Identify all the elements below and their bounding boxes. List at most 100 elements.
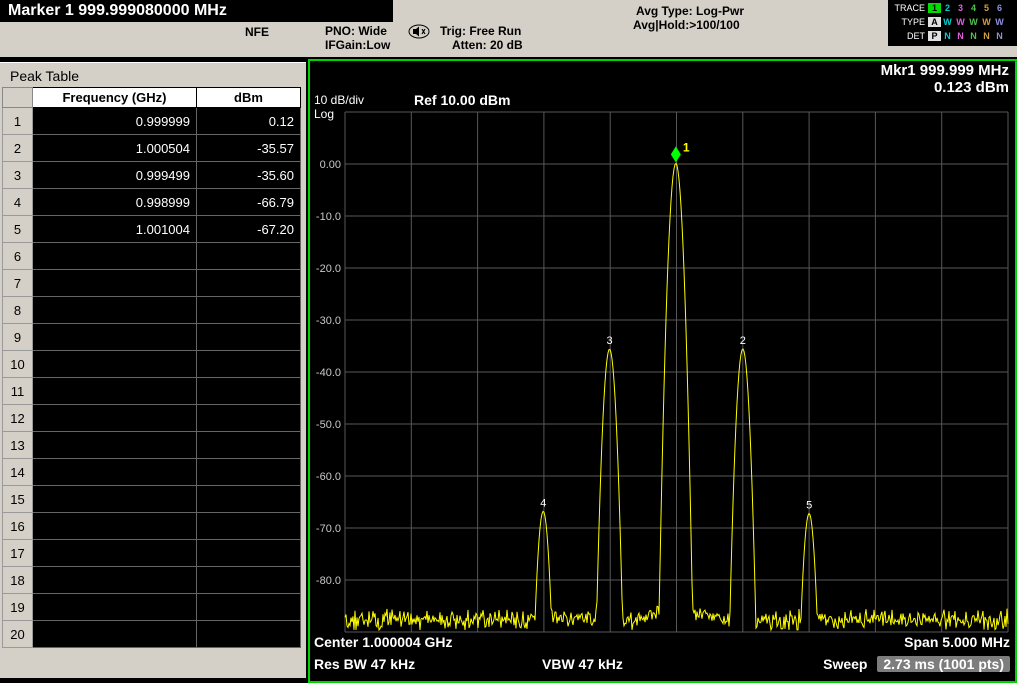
table-row[interactable]: 7 [3,270,301,297]
trace-cell[interactable]: W [941,17,954,27]
y-axis-label: -10.0 [316,211,341,223]
marker-readout-freq: Mkr1 999.999 MHz [881,62,1009,79]
row-number: 3 [3,162,33,189]
row-number: 20 [3,621,33,648]
avg-hold-label[interactable]: Avg|Hold:>100/100 [633,18,740,32]
marker-number: 1 [683,140,690,154]
peak-table-panel: Peak Table Frequency (GHz) dBm 10.999999… [0,62,306,678]
y-axis-label: -30.0 [316,315,341,327]
sweep-value[interactable]: 2.73 ms (1001 pts) [877,656,1010,672]
trace-cell[interactable]: N [980,31,993,41]
row-number: 15 [3,486,33,513]
row-number: 9 [3,324,33,351]
trace-status-block[interactable]: TRACE123456TYPEAWWWWWDETPNNNNN [888,0,1017,46]
freq-cell [33,567,197,594]
table-row[interactable]: 12 [3,405,301,432]
freq-cell [33,513,197,540]
trace-cell[interactable]: W [967,17,980,27]
dbm-cell [197,513,301,540]
row-number: 11 [3,378,33,405]
atten-label[interactable]: Atten: 20 dB [452,38,523,52]
spectrum-display[interactable]: 0.00-10.0-20.0-30.0-40.0-50.0-60.0-70.0-… [308,59,1017,683]
trace-cell[interactable]: 3 [954,3,967,13]
trace-cell[interactable]: P [928,31,941,41]
ifgain-label[interactable]: IFGain:Low [325,38,390,52]
table-row[interactable]: 18 [3,567,301,594]
freq-cell [33,297,197,324]
video-bw: VBW 47 kHz [542,656,623,672]
dbm-cell [197,540,301,567]
trace-cell[interactable]: W [980,17,993,27]
graticule [345,112,1008,632]
freq-cell: 1.000504 [33,135,197,162]
trace-cell[interactable]: W [993,17,1006,27]
table-row[interactable]: 10.9999990.12 [3,108,301,135]
table-row[interactable]: 9 [3,324,301,351]
row-number: 18 [3,567,33,594]
freq-cell [33,324,197,351]
trace-cell[interactable]: N [954,31,967,41]
table-row[interactable]: 40.998999-66.79 [3,189,301,216]
table-row[interactable]: 16 [3,513,301,540]
freq-column-header: Frequency (GHz) [33,88,197,108]
freq-cell [33,378,197,405]
table-row[interactable]: 19 [3,594,301,621]
y-axis-label: -70.0 [316,523,341,535]
table-row[interactable]: 21.000504-35.57 [3,135,301,162]
table-row[interactable]: 14 [3,459,301,486]
row-number: 2 [3,135,33,162]
row-number: 19 [3,594,33,621]
table-row[interactable]: 10 [3,351,301,378]
peak-table-title: Peak Table [0,63,306,87]
trace-cell[interactable]: N [993,31,1006,41]
row-number: 12 [3,405,33,432]
table-row[interactable]: 6 [3,243,301,270]
freq-cell: 0.998999 [33,189,197,216]
bottom-row-1: Center 1.000004 GHz Span 5.000 MHz [314,634,1010,650]
trace-cell[interactable]: 6 [993,3,1006,13]
trace-cell[interactable]: 1 [928,3,941,13]
trace-cell[interactable]: A [928,17,941,27]
table-row[interactable]: 17 [3,540,301,567]
trace-cell[interactable]: W [954,17,967,27]
row-number: 5 [3,216,33,243]
marker-diamond[interactable] [671,146,681,162]
bottom-row-2: Res BW 47 kHz VBW 47 kHz Sweep 2.73 ms (… [314,656,1010,672]
scale-per-div: 10 dB/div [314,93,364,107]
table-row[interactable]: 13 [3,432,301,459]
dbm-cell [197,405,301,432]
pno-label[interactable]: PNO: Wide [325,24,387,38]
analyzer-screen: Marker 1 999.999080000 MHz NFE PNO: Wide… [0,0,1017,683]
table-row[interactable]: 8 [3,297,301,324]
freq-cell: 0.999499 [33,162,197,189]
speaker-mute-icon[interactable] [408,24,432,40]
row-number: 7 [3,270,33,297]
marker-readout-ampl: 0.123 dBm [934,79,1009,96]
row-number: 13 [3,432,33,459]
row-number: 16 [3,513,33,540]
row-number: 8 [3,297,33,324]
avg-type-label[interactable]: Avg Type: Log-Pwr [636,4,744,18]
trace-status-row: TRACE123456 [890,1,1015,15]
table-row[interactable]: 15 [3,486,301,513]
dbm-cell: 0.12 [197,108,301,135]
trace-cell[interactable]: 2 [941,3,954,13]
trace-cell[interactable]: N [967,31,980,41]
dbm-cell [197,378,301,405]
table-row[interactable]: 20 [3,621,301,648]
dbm-cell: -67.20 [197,216,301,243]
y-axis-label: -80.0 [316,575,341,587]
peak-number: 4 [540,497,546,509]
trace-cell[interactable]: N [941,31,954,41]
freq-cell [33,594,197,621]
table-row[interactable]: 51.001004-67.20 [3,216,301,243]
trigger-label[interactable]: Trig: Free Run [440,24,521,38]
trace-cell[interactable]: 4 [967,3,980,13]
nfe-label[interactable]: NFE [245,25,269,39]
trace-cell[interactable]: 5 [980,3,993,13]
dbm-cell [197,297,301,324]
peak-number: 2 [740,335,746,347]
table-row[interactable]: 11 [3,378,301,405]
dbm-cell [197,324,301,351]
table-row[interactable]: 30.999499-35.60 [3,162,301,189]
